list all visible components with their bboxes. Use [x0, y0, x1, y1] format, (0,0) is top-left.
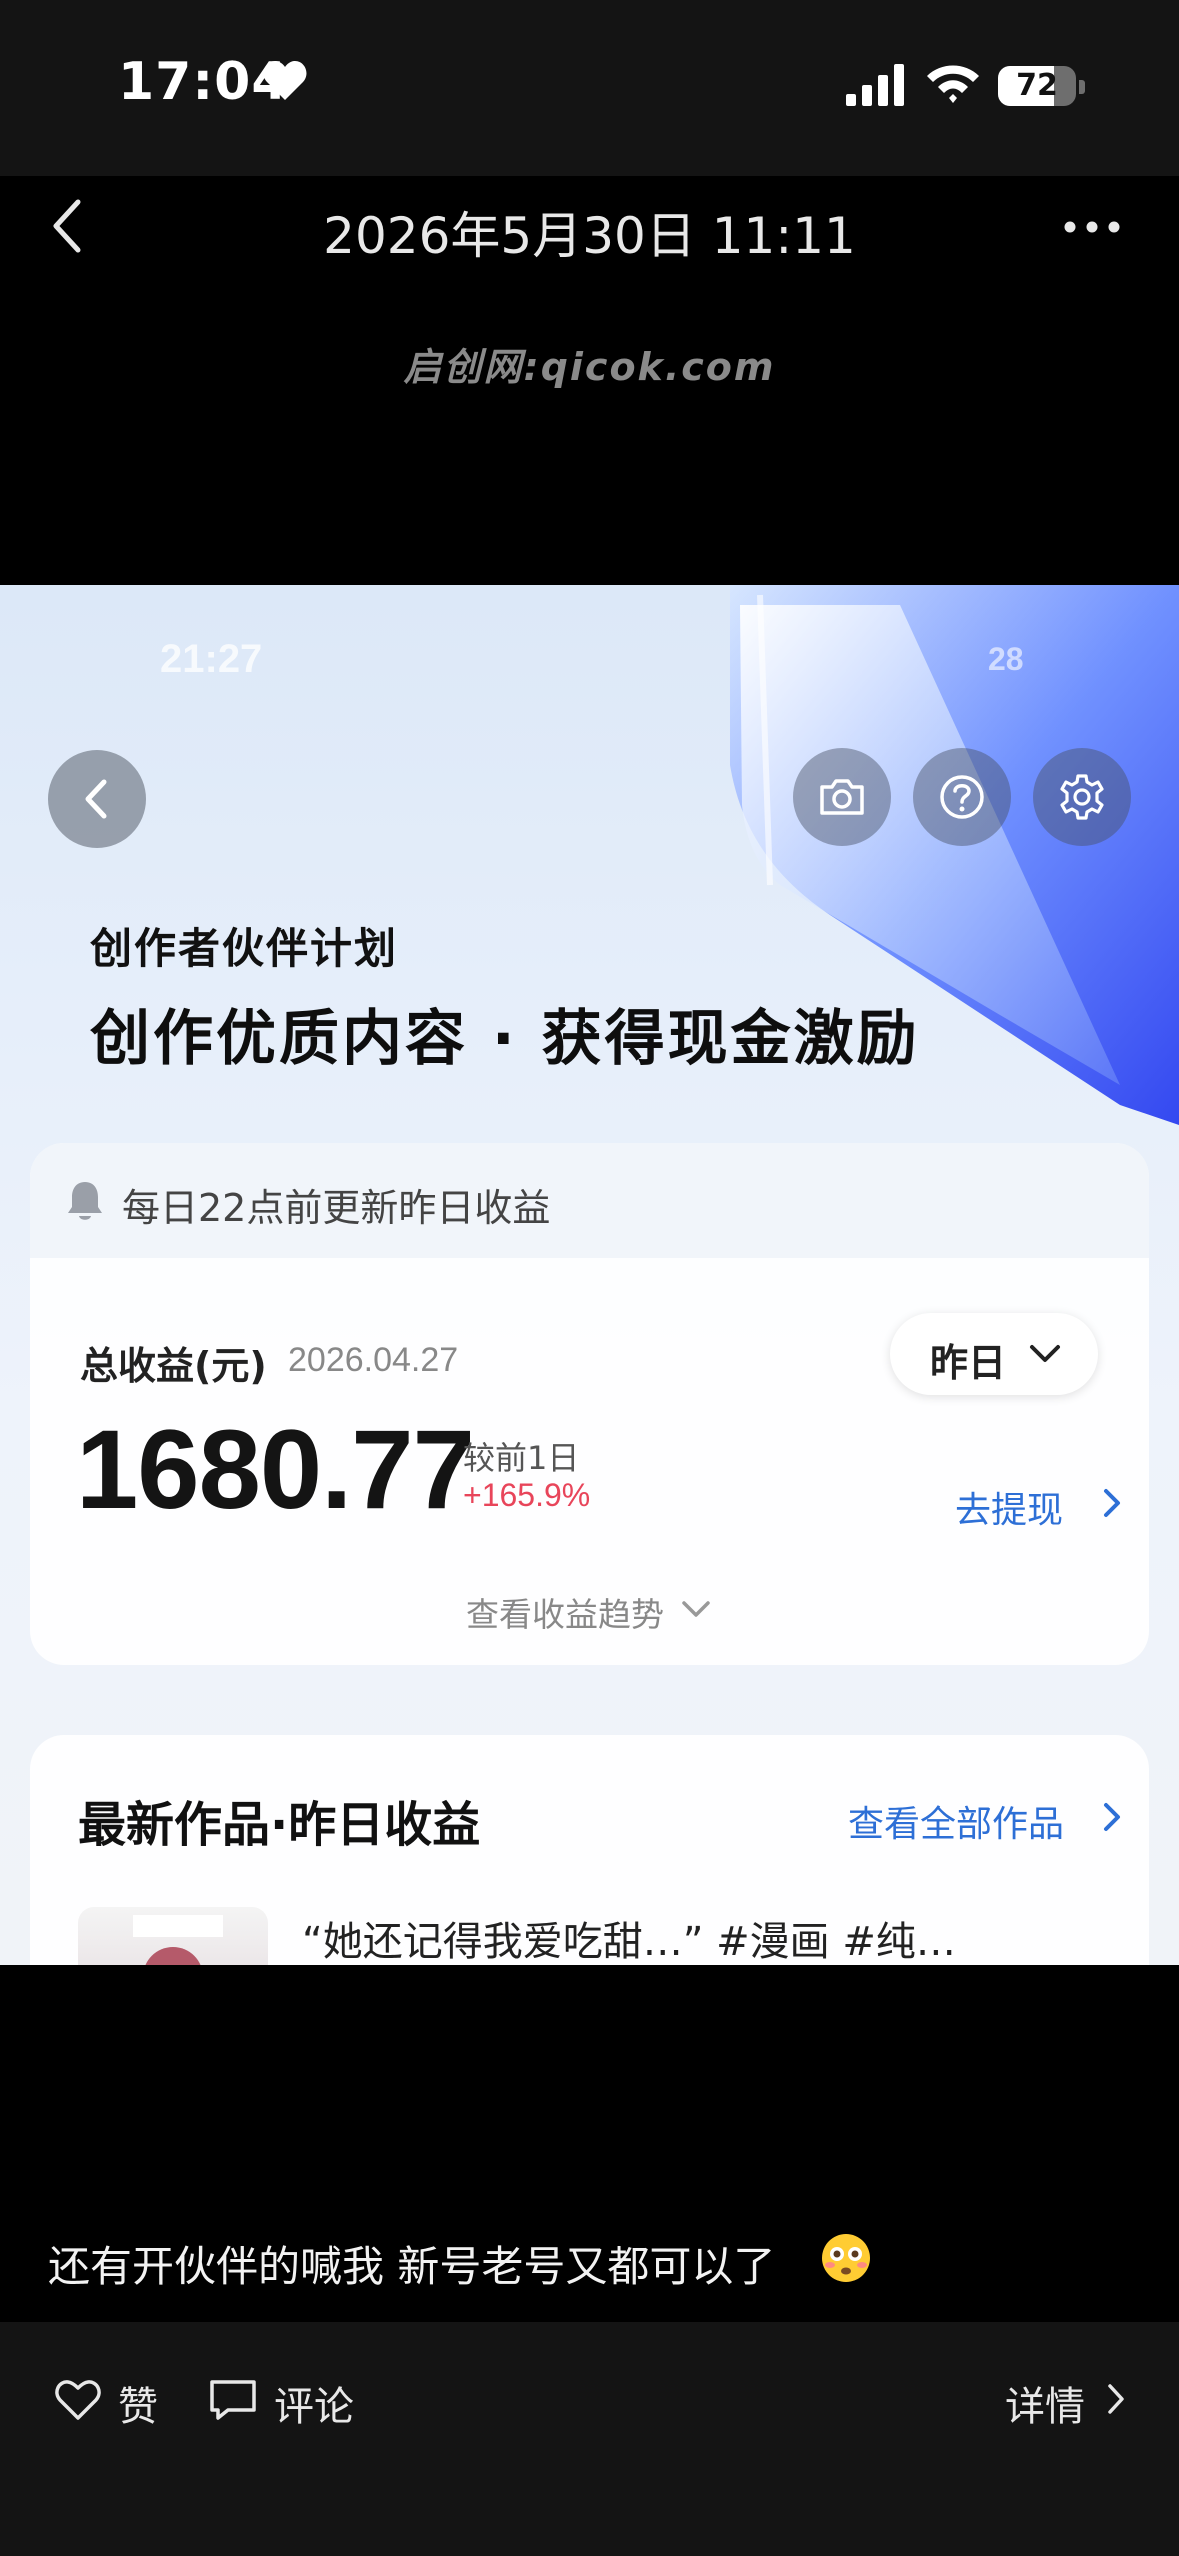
more-icon[interactable] — [1062, 216, 1122, 238]
signal-icon — [846, 64, 904, 106]
post-caption: 还有开伙伴的喊我 新号老号又都可以了 — [48, 2242, 776, 2291]
period-selector[interactable]: 昨日 — [890, 1313, 1098, 1395]
earnings-trend-link[interactable]: 查看收益趋势 — [466, 1588, 664, 1636]
chevron-down-icon[interactable] — [680, 1599, 712, 1621]
help-icon — [940, 775, 984, 819]
latest-works-card: 最新作品·昨日收益 查看全部作品 “她还记得我爱吃甜…” #漫画 #纯… — [30, 1735, 1149, 1965]
camera-icon — [820, 779, 864, 815]
withdraw-link[interactable]: 去提现 — [955, 1481, 1063, 1533]
heart-icon — [263, 60, 307, 100]
battery-tip — [1079, 80, 1085, 94]
update-notice: 每日22点前更新昨日收益 — [30, 1143, 1149, 1258]
work-thumbnail[interactable] — [78, 1907, 268, 1965]
plan-title: 创作者伙伴计划 — [90, 924, 399, 973]
like-icon[interactable] — [54, 2378, 102, 2422]
chevron-down-icon — [1030, 1345, 1060, 1362]
total-earnings-amount: 1680.77 — [76, 1407, 475, 1532]
earnings-card: 每日22点前更新昨日收益 总收益(元) 2026.04.27 昨日 1680.7… — [30, 1143, 1149, 1665]
compare-value: +165.9% — [463, 1477, 591, 1513]
help-button[interactable] — [913, 748, 1011, 846]
camera-button[interactable] — [793, 748, 891, 846]
view-all-works-link[interactable]: 查看全部作品 — [848, 1795, 1064, 1847]
total-earnings-date: 2026.04.27 — [288, 1341, 459, 1379]
settings-icon — [1060, 774, 1104, 820]
battery-level: 72 — [1016, 68, 1058, 103]
page-title: 2026年5月30日 11:11 — [323, 207, 856, 265]
flushed-face-emoji — [822, 2234, 870, 2282]
thumbnail-figure — [143, 1947, 203, 1965]
back-icon[interactable] — [48, 196, 88, 256]
embedded-status-battery: 28 — [988, 641, 1024, 677]
comment-button[interactable]: 评论 — [274, 2374, 354, 2432]
thumbnail-banner — [133, 1915, 223, 1937]
chevron-right-icon[interactable] — [1102, 1801, 1122, 1833]
embedded-status-time: 21:27 — [160, 637, 263, 681]
total-earnings-label: 总收益(元) — [80, 1344, 267, 1388]
work-title[interactable]: “她还记得我爱吃甜…” #漫画 #纯… — [302, 1909, 956, 1965]
detail-button[interactable]: 详情 — [1005, 2374, 1085, 2432]
battery-icon: 72 — [998, 66, 1076, 106]
embedded-back-button[interactable] — [48, 750, 146, 848]
period-label: 昨日 — [930, 1341, 1007, 1385]
comment-icon[interactable] — [208, 2378, 258, 2422]
settings-button[interactable] — [1033, 748, 1131, 846]
wifi-icon — [927, 65, 979, 103]
chevron-right-icon[interactable] — [1106, 2382, 1126, 2416]
back-icon — [85, 779, 107, 819]
compare-label: 较前1日 — [463, 1439, 580, 1477]
latest-works-title: 最新作品·昨日收益 — [78, 1797, 481, 1853]
bottom-action-bar — [0, 2322, 1179, 2556]
watermark: 启创网:qicok.com — [403, 345, 776, 389]
notice-text: 每日22点前更新昨日收益 — [122, 1186, 551, 1230]
embedded-screenshot[interactable]: 21:27 28 创作者伙伴计划 创作优质内容 · 获得现金激励 每日22点前更… — [0, 585, 1179, 1965]
chevron-right-icon[interactable] — [1102, 1487, 1122, 1519]
bell-icon — [68, 1182, 102, 1220]
like-button[interactable]: 赞 — [118, 2374, 158, 2432]
plan-slogan: 创作优质内容 · 获得现金激励 — [90, 1004, 920, 1074]
